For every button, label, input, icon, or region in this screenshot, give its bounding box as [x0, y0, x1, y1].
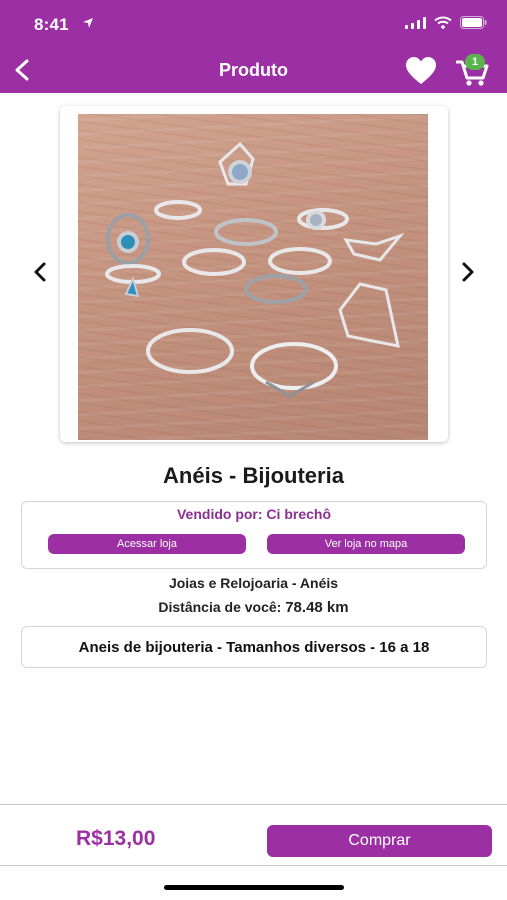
location-arrow-icon — [82, 16, 94, 34]
previous-image-button[interactable] — [28, 258, 52, 286]
status-indicators — [405, 16, 487, 29]
purchase-bar: R$13,00 Comprar — [0, 804, 507, 866]
favorite-button[interactable] — [404, 56, 438, 86]
chevron-left-icon — [34, 262, 46, 282]
distance-label: Distância de você: — [158, 599, 282, 615]
visit-store-button[interactable]: Acessar loja — [48, 534, 246, 554]
view-map-button[interactable]: Ver loja no mapa — [267, 534, 465, 554]
buy-button[interactable]: Comprar — [267, 825, 492, 857]
cart-count-badge: 1 — [465, 54, 485, 70]
product-price: R$13,00 — [76, 827, 156, 850]
product-photo-card — [60, 106, 448, 442]
home-indicator — [164, 885, 344, 890]
wifi-icon — [434, 16, 452, 29]
next-image-button[interactable] — [456, 258, 480, 286]
rings-illustration — [105, 141, 405, 398]
signal-icon — [405, 16, 426, 29]
seller-box: Vendido por: Ci brechô Acessar loja Ver … — [21, 501, 487, 569]
chevron-right-icon — [462, 262, 474, 282]
distance-info: Distância de você: 78.48 km — [0, 599, 507, 616]
heart-icon — [406, 57, 436, 84]
battery-icon — [460, 16, 487, 29]
status-time: 8:41 — [34, 15, 69, 34]
product-category: Joias e Relojoaria - Anéis — [168, 575, 339, 591]
product-photo[interactable] — [78, 114, 428, 440]
seller-name: Vendido por: Ci brechô — [176, 506, 331, 522]
product-description: Aneis de bijouteria - Tamanhos diversos … — [21, 626, 487, 668]
image-carousel[interactable] — [0, 96, 507, 456]
app-header: 8:41 Produto 1 — [0, 0, 507, 93]
distance-value: 78.48 km — [285, 599, 349, 616]
product-title: Anéis - Bijouteria — [163, 463, 344, 488]
